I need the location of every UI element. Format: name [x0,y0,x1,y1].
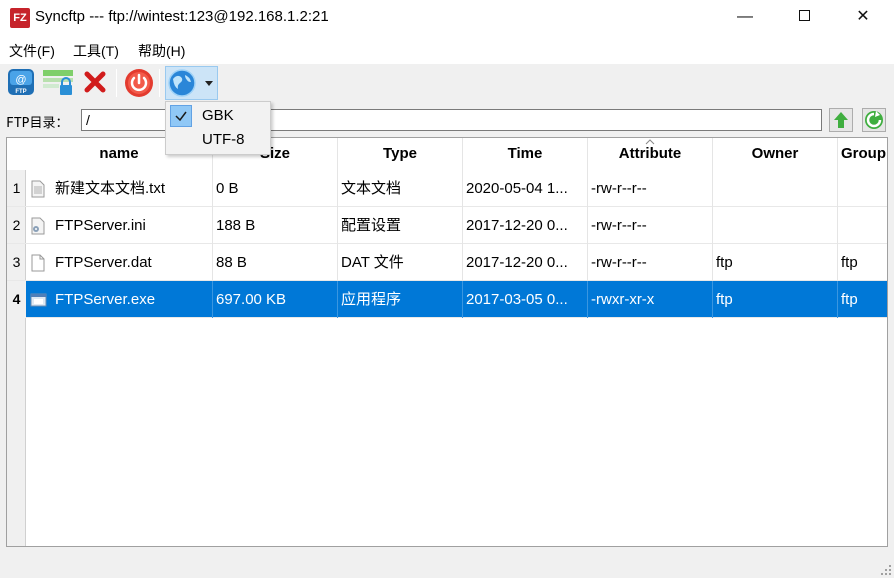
checkmark-box [170,105,192,127]
disconnect-x-icon [84,71,106,93]
row-number: 2 [12,217,21,233]
go-up-button[interactable] [829,108,853,132]
toolbar: @ FTP [0,64,894,102]
encoding-option-utf8[interactable]: UTF-8 [168,128,268,152]
column-header-group[interactable]: Group [838,138,887,170]
encoding-option-gbk[interactable]: GBK [168,104,268,128]
secure-connect-button[interactable] [42,67,74,99]
cell-attribute: -rw-r--r-- [588,170,713,207]
encoding-option-label: UTF-8 [202,131,245,148]
cell-owner [713,207,838,244]
filezilla-app-icon: FZ [10,8,30,28]
refresh-icon [865,111,883,129]
cell-time: 2017-12-20 0... [463,207,588,244]
cell-owner [713,170,838,207]
menu-help[interactable]: 帮助(H) [138,41,185,61]
file-list-table[interactable]: name Size Type Time Attribute Owner Grou… [6,137,888,547]
cell-owner: ftp [713,244,838,281]
cell-time: 2017-12-20 0... [463,244,588,281]
chevron-down-icon [205,81,213,86]
ftp-connect-icon: @ FTP [8,69,34,95]
ftp-directory-label: FTP目录： [6,116,69,131]
blank-file-icon [31,254,45,272]
cell-owner: ftp [713,281,838,318]
row-number: 4 [7,281,26,318]
cell-type: 应用程序 [338,281,463,318]
cell-size: 697.00 KB [213,281,338,318]
cell-size: 188 B [213,207,338,244]
cell-attribute: -rwxr-xr-x [588,281,713,318]
sort-ascending-icon [645,139,655,145]
close-button[interactable]: ✕ [840,0,886,36]
cell-attribute: -rw-r--r-- [588,207,713,244]
cell-name: FTPServer.exe [52,281,213,318]
disconnect-button[interactable] [80,67,112,99]
minimize-button[interactable]: — [722,0,768,36]
menu-file[interactable]: 文件(F) [9,41,55,61]
cell-name: 新建文本文档.txt [52,170,213,207]
cell-type: DAT 文件 [338,244,463,281]
table-row[interactable]: 2 FTPServer.ini 188 B 配置设置 2017-12-20 0.… [7,207,887,244]
table-row-selected[interactable]: 4 FTPServer.exe 697.00 KB 应用程序 2017-03-0… [7,281,887,318]
executable-file-icon [30,293,47,307]
table-row[interactable]: 1 新建文本文档.txt 0 B 文本文档 2020-05-04 1... -r… [7,170,887,207]
row-number: 1 [12,180,21,196]
cell-attribute: -rw-r--r-- [588,244,713,281]
svg-text:@: @ [15,74,26,86]
refresh-button[interactable] [862,108,886,132]
power-icon [125,69,153,97]
power-button[interactable] [123,67,155,99]
window-title: Syncftp --- ftp://wintest:123@192.168.1.… [35,8,329,25]
cell-size: 0 B [213,170,338,207]
resize-grip-icon[interactable] [880,564,892,576]
cell-type: 配置设置 [338,207,463,244]
table-row[interactable]: 3 FTPServer.dat 88 B DAT 文件 2017-12-20 0… [7,244,887,281]
cell-group: ftp [841,291,858,308]
cell-name: FTPServer.ini [52,207,213,244]
globe-encoding-icon [168,69,196,97]
arrow-up-icon [834,112,848,128]
checkmark-icon [175,111,187,122]
table-header: name Size Type Time Attribute Owner Grou… [7,138,887,170]
settings-file-icon [31,217,45,235]
cell-time: 2017-03-05 0... [463,281,588,318]
cell-group [838,207,887,244]
lock-connection-icon [43,70,73,95]
cell-size: 88 B [213,244,338,281]
toolbar-separator [159,69,160,97]
row-number: 3 [12,254,21,270]
menu-tools[interactable]: 工具(T) [73,41,119,61]
ftp-connect-button[interactable]: @ FTP [6,67,38,99]
encoding-option-label: GBK [202,107,234,124]
status-bar [0,550,894,578]
maximize-button[interactable] [781,0,827,36]
column-header-time[interactable]: Time [463,138,588,170]
cell-type: 文本文档 [338,170,463,207]
maximize-icon [798,9,810,21]
app-window: FZ Syncftp --- ftp://wintest:123@192.168… [0,0,894,578]
cell-name: FTPServer.dat [52,244,213,281]
toolbar-separator [116,69,117,97]
svg-text:FTP: FTP [15,89,26,95]
column-header-type[interactable]: Type [338,138,463,170]
cell-group: ftp [841,254,858,271]
path-bar: FTP目录： / [0,102,894,136]
text-file-icon [31,180,45,198]
menu-bar: 文件(F) 工具(T) 帮助(H) [0,36,894,64]
title-bar[interactable]: FZ Syncftp --- ftp://wintest:123@192.168… [0,0,894,36]
encoding-menu: GBK UTF-8 [165,101,271,155]
cell-time: 2020-05-04 1... [463,170,588,207]
cell-group [838,170,887,207]
column-header-owner[interactable]: Owner [713,138,838,170]
